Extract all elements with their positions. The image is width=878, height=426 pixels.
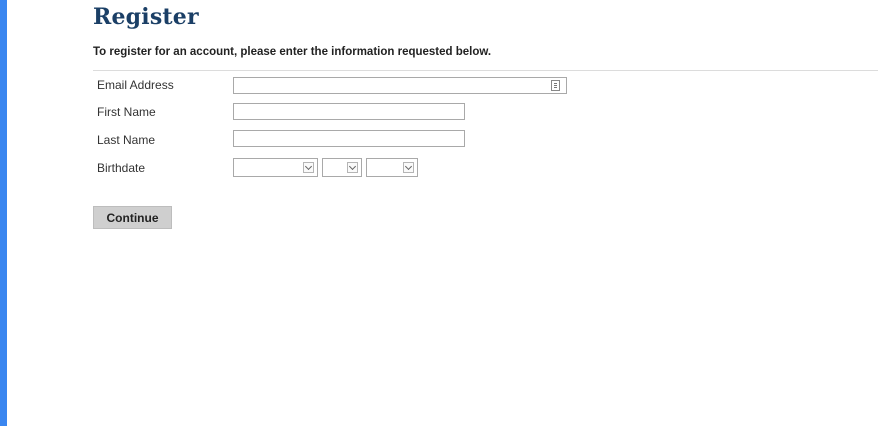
- chevron-down-icon: [403, 162, 414, 173]
- birth-day-select[interactable]: [322, 158, 362, 177]
- divider: [93, 70, 878, 71]
- first-name-field[interactable]: [233, 103, 465, 120]
- page-title: Register: [93, 4, 199, 30]
- left-accent-stripe: [0, 0, 7, 426]
- intro-text: To register for an account, please enter…: [93, 46, 492, 58]
- birth-year-select[interactable]: [366, 158, 418, 177]
- birthdate-label: Birthdate: [97, 161, 146, 175]
- email-field[interactable]: [233, 77, 567, 94]
- birth-month-select[interactable]: [233, 158, 318, 177]
- email-label: Email Address: [97, 78, 174, 92]
- first-name-label: First Name: [97, 105, 156, 119]
- last-name-field[interactable]: [233, 130, 465, 147]
- keyboard-icon[interactable]: [551, 80, 560, 91]
- chevron-down-icon: [347, 162, 358, 173]
- chevron-down-icon: [303, 162, 314, 173]
- continue-button[interactable]: Continue: [93, 206, 172, 229]
- last-name-label: Last Name: [97, 133, 156, 147]
